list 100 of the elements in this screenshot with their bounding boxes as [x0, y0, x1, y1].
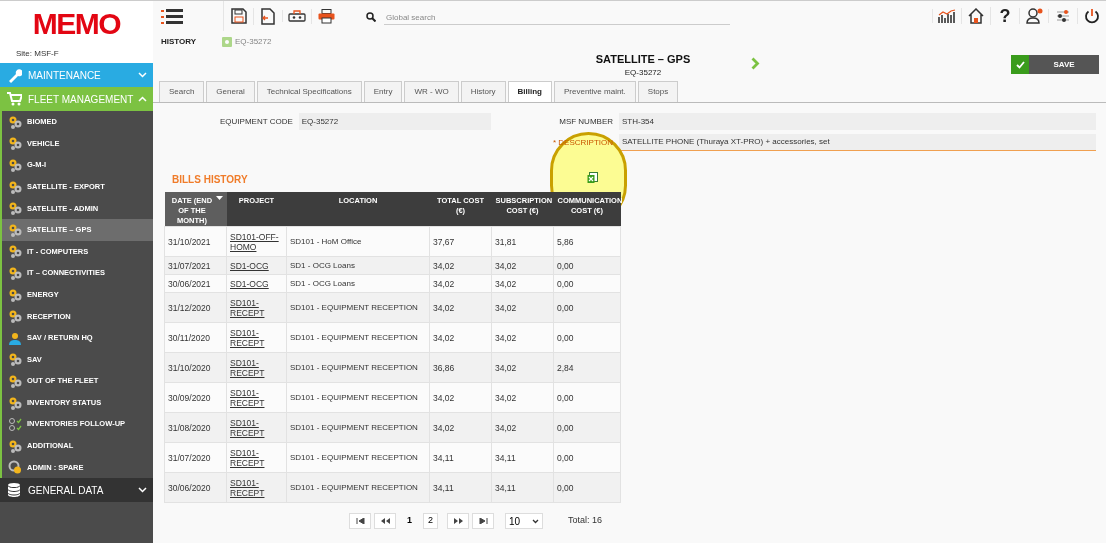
table-cell: 34,02	[491, 274, 554, 293]
table-cell: 0,00	[553, 322, 621, 353]
table-cell: 34,02	[429, 322, 492, 353]
gears-icon	[8, 373, 22, 388]
toolbox-icon[interactable]	[288, 10, 306, 22]
sliders-icon[interactable]	[1056, 9, 1070, 23]
chevron-down-icon	[532, 518, 539, 524]
table-cell: SD101 - EQUIPMENT RECEPTION	[286, 472, 430, 503]
tab[interactable]: General	[206, 81, 255, 102]
page-button[interactable]: 2	[423, 513, 438, 529]
table-cell: SD101 - EQUIPMENT RECEPTION	[286, 322, 430, 353]
logo: MEMO	[32, 9, 121, 39]
table-cell: 34,02	[429, 256, 492, 275]
table-cell: 34,02	[491, 382, 554, 413]
table-cell: 30/06/2020	[164, 472, 227, 503]
menu-icon[interactable]	[161, 9, 183, 25]
table-cell: SD101 - EQUIPMENT RECEPTION	[286, 442, 430, 473]
previous-page-icon	[380, 518, 390, 524]
expand-icon	[138, 72, 147, 78]
worker-icon	[8, 330, 22, 345]
history-label[interactable]: HISTORY	[161, 36, 197, 48]
gears-icon	[8, 179, 22, 194]
gears-icon	[8, 352, 22, 367]
power-icon[interactable]	[1084, 8, 1100, 24]
gears-icon	[8, 244, 22, 259]
table-cell: 34,11	[491, 442, 554, 473]
page-button[interactable]: 1	[402, 513, 417, 529]
cart-icon	[6, 91, 22, 107]
excel-export-icon[interactable]	[587, 172, 598, 184]
table-cell: 0,00	[553, 472, 621, 503]
check-icon	[1015, 60, 1025, 69]
checklist-icon	[8, 417, 22, 432]
save-icon[interactable]	[230, 8, 247, 24]
first-page-icon	[355, 518, 365, 524]
page-title: SATELLITE – GPS	[595, 53, 691, 67]
table-cell: 0,00	[553, 412, 621, 443]
table-cell: 34,02	[491, 352, 554, 383]
table-cell: SD101 - EQUIPMENT RECEPTION	[286, 352, 430, 383]
table-cell: 31/07/2021	[164, 256, 227, 275]
help-button[interactable]: ?	[999, 7, 1011, 25]
breadcrumb[interactable]: EQ-35272	[235, 36, 272, 48]
gears-icon	[8, 158, 22, 172]
tab[interactable]: Preventive maint.	[554, 81, 636, 102]
page-size-dropdown[interactable]: 10	[505, 513, 543, 529]
table-cell: 36,86	[429, 352, 492, 383]
table-cell: 0,00	[553, 274, 621, 293]
table-cell: 2,84	[553, 352, 621, 383]
field-label: MSF NUMBER	[558, 115, 613, 128]
page-subtitle: EQ-35272	[624, 66, 662, 79]
home-icon[interactable]	[968, 8, 984, 24]
expand-icon	[138, 487, 147, 494]
search-field[interactable]: Global search	[384, 10, 730, 25]
gears-icon	[8, 438, 22, 453]
save-button[interactable]: SAVE	[1011, 55, 1099, 74]
table-cell: SD101 - EQUIPMENT RECEPTION	[286, 382, 430, 413]
gears-icon	[8, 309, 22, 324]
last-page-button[interactable]	[472, 513, 494, 529]
table-cell: SD101 - HoM Office	[286, 226, 430, 257]
table-cell: 34,11	[429, 472, 492, 503]
database-icon	[6, 482, 22, 499]
gears-icon	[8, 265, 22, 280]
gears-icon	[8, 114, 22, 129]
table-cell: 34,02	[491, 256, 554, 275]
total-count: Total: 16	[568, 514, 603, 528]
table-cell: 30/09/2020	[164, 382, 227, 413]
text-field[interactable]: STH-354	[619, 113, 1096, 130]
equipment-icon	[222, 37, 232, 47]
next-page-button[interactable]	[447, 513, 469, 529]
tab[interactable]: Stops	[637, 81, 679, 102]
table-cell: 31,81	[491, 226, 554, 257]
table-cell: 0,00	[553, 382, 621, 413]
chart-icon[interactable]	[938, 9, 956, 23]
table-cell: 34,11	[429, 442, 492, 473]
tab[interactable]: Search	[159, 81, 205, 102]
next-page-icon	[453, 518, 463, 524]
table-cell: 34,02	[491, 292, 554, 323]
table-cell: SD101 - EQUIPMENT RECEPTION	[286, 412, 430, 443]
document-icon[interactable]	[261, 7, 275, 25]
tab[interactable]: Entry	[363, 81, 403, 102]
table-cell: 0,00	[553, 292, 621, 323]
gears-icon	[8, 395, 22, 410]
first-page-button[interactable]	[349, 513, 371, 529]
menu-section[interactable]: GENERAL DATA	[0, 478, 153, 503]
tab[interactable]: Technical Specifications	[256, 81, 362, 102]
tab[interactable]: WR - WO	[404, 81, 459, 102]
user-settings-icon[interactable]	[1025, 8, 1043, 24]
table-cell: 34,02	[429, 382, 492, 413]
print-icon[interactable]	[317, 8, 335, 24]
last-page-icon	[478, 518, 488, 524]
gears-icon	[8, 136, 22, 151]
table-cell: SD101 - EQUIPMENT RECEPTION	[286, 292, 430, 323]
tab[interactable]: History	[460, 81, 506, 102]
gears-icon	[8, 287, 22, 302]
text-field[interactable]: SATELLITE PHONE (Thuraya XT-PRO) + accessories, set	[619, 134, 1096, 151]
table-cell: 5,86	[553, 226, 621, 257]
previous-page-button[interactable]	[374, 513, 396, 529]
table-cell: 0,00	[553, 442, 621, 473]
gears-icon	[8, 201, 22, 216]
tab[interactable]: Billing	[507, 81, 552, 102]
text-field[interactable]: EQ-35272	[298, 113, 491, 130]
